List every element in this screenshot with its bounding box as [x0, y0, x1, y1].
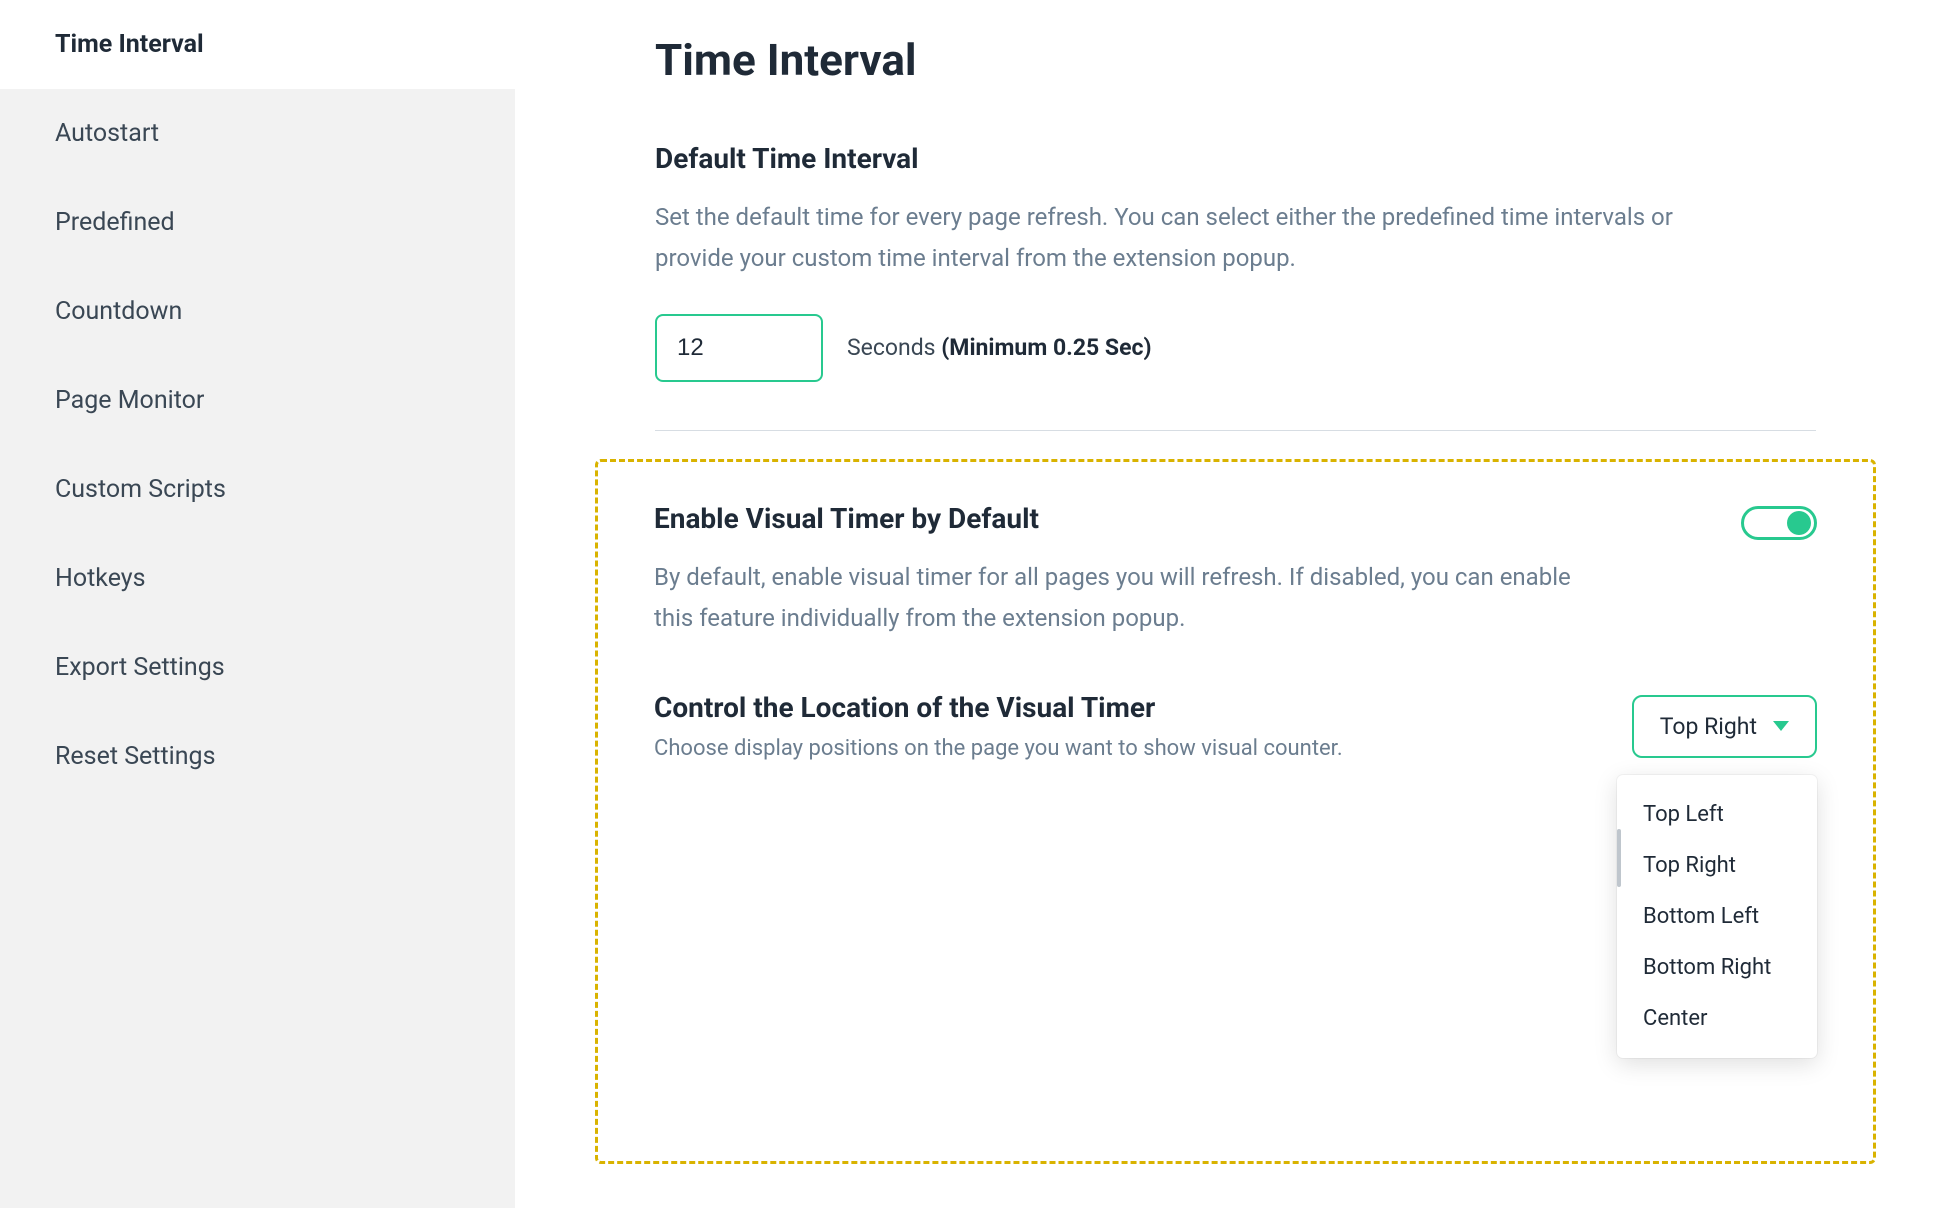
dropdown-option-bottom-right[interactable]: Bottom Right: [1617, 942, 1817, 993]
dropdown-option-top-left[interactable]: Top Left: [1617, 789, 1817, 840]
sidebar-item-export-settings[interactable]: Export Settings: [0, 623, 515, 712]
visual-timer-location-description: Choose display positions on the page you…: [654, 736, 1592, 761]
visual-timer-location-dropdown: Top Left Top Right Bottom Left Bottom Ri…: [1617, 775, 1817, 1058]
sidebar-item-time-interval[interactable]: Time Interval: [0, 0, 515, 89]
visual-timer-description: By default, enable visual timer for all …: [654, 557, 1604, 640]
section-visual-timer: Enable Visual Timer by Default By defaul…: [595, 459, 1876, 1165]
visual-timer-location-select[interactable]: Top Right: [1632, 695, 1817, 758]
visual-timer-location-heading: Control the Location of the Visual Timer: [654, 691, 1592, 724]
sidebar-item-countdown[interactable]: Countdown: [0, 267, 515, 356]
sidebar-item-custom-scripts[interactable]: Custom Scripts: [0, 445, 515, 534]
default-interval-input[interactable]: [655, 314, 823, 382]
unit-minimum: (Minimum 0.25 Sec): [941, 334, 1151, 361]
chevron-down-icon: [1773, 721, 1789, 731]
default-interval-input-row: Seconds (Minimum 0.25 Sec): [655, 314, 1816, 382]
select-value: Top Right: [1660, 713, 1757, 740]
default-interval-unit: Seconds (Minimum 0.25 Sec): [847, 334, 1152, 361]
default-interval-heading: Default Time Interval: [655, 142, 1816, 175]
sidebar-item-predefined[interactable]: Predefined: [0, 178, 515, 267]
sidebar: Time Interval Autostart Predefined Count…: [0, 0, 515, 1208]
section-default-interval: Default Time Interval Set the default ti…: [655, 142, 1816, 382]
dropdown-option-top-right[interactable]: Top Right: [1617, 840, 1817, 891]
dropdown-option-center[interactable]: Center: [1617, 993, 1817, 1044]
visual-timer-heading: Enable Visual Timer by Default: [654, 502, 1701, 535]
visual-timer-toggle[interactable]: [1741, 506, 1817, 540]
section-divider: [655, 430, 1816, 431]
main-content: Time Interval Default Time Interval Set …: [515, 0, 1956, 1208]
unit-text: Seconds: [847, 334, 941, 361]
page-title: Time Interval: [655, 34, 1816, 86]
dropdown-option-bottom-left[interactable]: Bottom Left: [1617, 891, 1817, 942]
sidebar-item-reset-settings[interactable]: Reset Settings: [0, 712, 515, 801]
sidebar-item-hotkeys[interactable]: Hotkeys: [0, 534, 515, 623]
sidebar-item-autostart[interactable]: Autostart: [0, 89, 515, 178]
sidebar-item-page-monitor[interactable]: Page Monitor: [0, 356, 515, 445]
default-interval-description: Set the default time for every page refr…: [655, 197, 1675, 280]
toggle-knob-icon: [1787, 511, 1811, 535]
visual-timer-location-select-wrap: Top Right Top Left Top Right Bottom Left…: [1632, 695, 1817, 758]
